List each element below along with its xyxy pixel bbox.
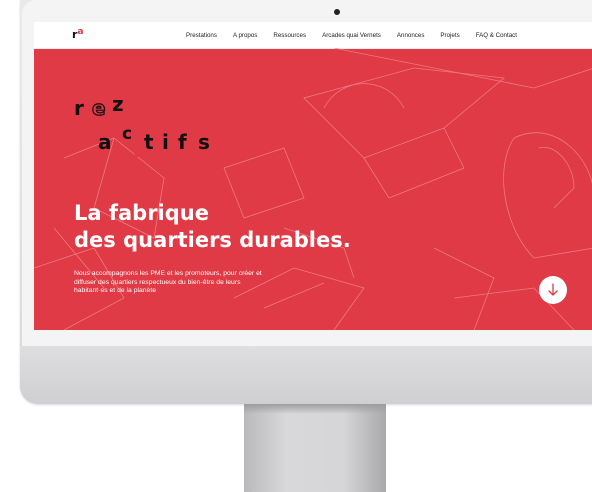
hero-headline: La fabrique des quartiers durables. (74, 201, 351, 252)
arrow-down-icon (548, 283, 558, 296)
nav-item-faq-contact[interactable]: FAQ & Contact (476, 32, 517, 39)
smile-mark-icon (119, 150, 147, 158)
monitor-chin (20, 346, 592, 404)
nav-item-projets[interactable]: Projets (440, 32, 459, 39)
stand-shadow (244, 404, 386, 414)
nav-item-ressources[interactable]: Ressources (273, 32, 306, 39)
camera-icon (334, 9, 340, 15)
hero-subtitle: Nous accompagnons les PME et les promote… (74, 270, 262, 295)
website-screen: ra Prestations A propos Ressources Arcad… (34, 22, 592, 330)
top-nav: ra Prestations A propos Ressources Arcad… (34, 22, 592, 49)
nav-menu: Prestations A propos Ressources Arcades … (186, 22, 533, 48)
scroll-down-button[interactable] (539, 276, 567, 304)
nav-item-a-propos[interactable]: A propos (233, 32, 257, 39)
nav-item-annonces[interactable]: Annonces (397, 32, 425, 39)
brand-wordmark: r e z a c t i f s (74, 92, 234, 166)
nav-item-arcades[interactable]: Arcades quai Vernets (322, 32, 381, 39)
monitor-stand (244, 404, 386, 492)
site-logo[interactable]: ra (72, 27, 84, 41)
nav-item-prestations[interactable]: Prestations (186, 32, 217, 39)
